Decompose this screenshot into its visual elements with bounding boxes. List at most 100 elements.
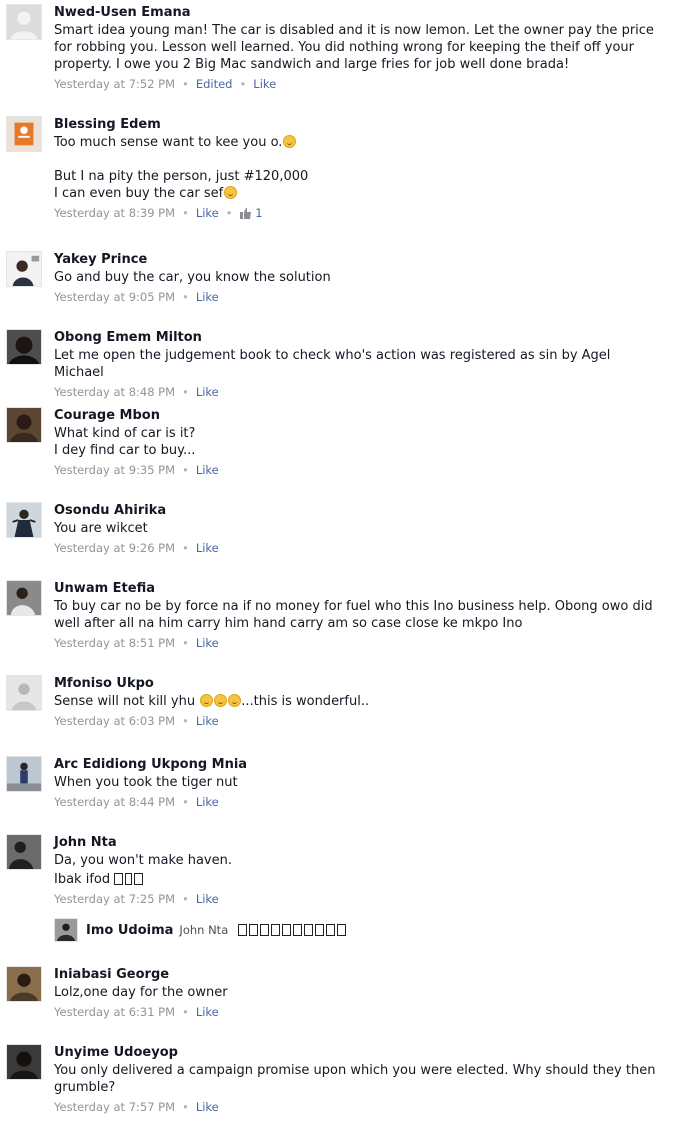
comment-meta: Yesterday at 7:57 PM • Like xyxy=(54,1100,219,1114)
profile-photo xyxy=(7,503,41,537)
laughing-emoji-icon xyxy=(200,694,214,707)
comment-author[interactable]: Nwed-Usen Emana xyxy=(54,4,664,22)
avatar[interactable] xyxy=(6,116,42,152)
comment-meta: Yesterday at 8:51 PM • Like xyxy=(54,636,219,650)
laughing-emoji-icon xyxy=(228,694,242,707)
comment-meta: Yesterday at 6:31 PM • Like xyxy=(54,1005,219,1019)
comment-time[interactable]: Yesterday at 7:57 PM xyxy=(54,1100,175,1114)
avatar[interactable] xyxy=(6,4,42,40)
comment-text: You only delivered a campaign promise up… xyxy=(54,1063,656,1095)
silhouette-icon xyxy=(7,5,41,39)
comment-author[interactable]: Mfoniso Ukpo xyxy=(54,675,664,693)
profile-photo xyxy=(7,676,41,710)
avatar[interactable] xyxy=(6,834,42,870)
profile-photo xyxy=(7,581,41,615)
like-button[interactable]: Like xyxy=(196,714,219,728)
comment-time[interactable]: Yesterday at 9:26 PM xyxy=(54,541,175,555)
avatar[interactable] xyxy=(6,502,42,538)
comment-text: I can even buy the car sef xyxy=(54,185,664,202)
avatar[interactable] xyxy=(6,1044,42,1080)
like-button[interactable]: Like xyxy=(196,290,219,304)
laughing-emoji-icon xyxy=(224,186,238,199)
comment-time[interactable]: Yesterday at 6:03 PM xyxy=(54,714,175,728)
profile-photo xyxy=(7,1045,41,1079)
comment-time[interactable]: Yesterday at 8:44 PM xyxy=(54,795,175,809)
comment-author[interactable]: Osondu Ahirika xyxy=(54,502,664,520)
avatar[interactable] xyxy=(6,966,42,1002)
comment-meta: Yesterday at 9:26 PM • Like xyxy=(54,541,219,555)
comment-text: Smart idea young man! The car is disable… xyxy=(54,23,654,72)
comment-text: When you took the tiger nut xyxy=(54,775,238,790)
reply-mention[interactable]: John Nta xyxy=(179,923,228,937)
comment-meta: Yesterday at 8:44 PM • Like xyxy=(54,795,219,809)
comment-author[interactable]: Unyime Udoeyop xyxy=(54,1044,664,1062)
comment-text: Sense will not kill yhu ...this is wonde… xyxy=(54,694,370,709)
comment-time[interactable]: Yesterday at 8:51 PM xyxy=(54,636,175,650)
comment-text: Let me open the judgement book to check … xyxy=(54,348,611,380)
edited-link[interactable]: Edited xyxy=(196,77,233,91)
comment-meta: Yesterday at 8:39 PM • Like • 1 xyxy=(54,206,263,220)
comment-text: To buy car no be by force na if no money… xyxy=(54,599,653,631)
reply-text: Imo Udoima John Nta xyxy=(86,922,348,939)
like-button[interactable]: Like xyxy=(253,77,276,91)
comment-text: Ibak ifod xyxy=(54,871,664,888)
comment-text: Too much sense want to kee you o. xyxy=(54,134,664,151)
avatar[interactable] xyxy=(6,329,42,365)
like-button[interactable]: Like xyxy=(196,385,219,399)
comment-text: What kind of car is it? I dey find car t… xyxy=(54,426,196,458)
comment-author[interactable]: Arc Edidiong Ukpong Mnia xyxy=(54,756,664,774)
comment-author[interactable]: John Nta xyxy=(54,834,664,852)
comment-time[interactable]: Yesterday at 7:25 PM xyxy=(54,892,175,906)
comment-time[interactable]: Yesterday at 9:05 PM xyxy=(54,290,175,304)
like-button[interactable]: Like xyxy=(196,206,219,220)
comment-author[interactable]: Courage Mbon xyxy=(54,407,664,425)
comment-author[interactable]: Iniabasi George xyxy=(54,966,664,984)
like-button[interactable]: Like xyxy=(196,636,219,650)
comment-text: Da, you won't make haven. xyxy=(54,853,232,868)
comment-time[interactable]: Yesterday at 7:52 PM xyxy=(54,77,175,91)
avatar[interactable] xyxy=(6,251,42,287)
comment-time[interactable]: Yesterday at 9:35 PM xyxy=(54,463,175,477)
avatar[interactable] xyxy=(6,407,42,443)
comment-meta: Yesterday at 8:48 PM • Like xyxy=(54,385,219,399)
reply-author[interactable]: Imo Udoima xyxy=(86,923,173,938)
laughing-emoji-icon xyxy=(283,135,297,148)
comment-author[interactable]: Unwam Etefia xyxy=(54,580,664,598)
like-button[interactable]: Like xyxy=(196,463,219,477)
profile-photo xyxy=(7,967,41,1001)
avatar[interactable] xyxy=(6,580,42,616)
comment-author[interactable]: Blessing Edem xyxy=(54,116,664,134)
comment-author[interactable]: Obong Emem Milton xyxy=(54,329,664,347)
comment-meta: Yesterday at 9:35 PM • Like xyxy=(54,463,219,477)
profile-photo xyxy=(55,919,77,941)
reply-item: Imo Udoima John Nta xyxy=(54,918,654,944)
comment-text: Lolz,one day for the owner xyxy=(54,985,228,1000)
avatar[interactable] xyxy=(6,756,42,792)
like-button[interactable]: Like xyxy=(196,1005,219,1019)
comment-time[interactable]: Yesterday at 6:31 PM xyxy=(54,1005,175,1019)
profile-photo xyxy=(7,252,41,286)
comment-author[interactable]: Yakey Prince xyxy=(54,251,664,269)
like-button[interactable]: Like xyxy=(196,541,219,555)
comment-feed: Nwed-Usen Emana Smart idea young man! Th… xyxy=(0,0,681,1130)
comment-meta: Yesterday at 7:52 PM • Edited • Like xyxy=(54,77,277,91)
like-button[interactable]: Like xyxy=(196,795,219,809)
profile-photo xyxy=(7,757,41,791)
comment-text: Go and buy the car, you know the solutio… xyxy=(54,270,331,285)
avatar[interactable] xyxy=(54,918,78,942)
comment-meta: Yesterday at 6:03 PM • Like xyxy=(54,714,219,728)
profile-photo xyxy=(7,408,41,442)
avatar[interactable] xyxy=(6,675,42,711)
comment-text: You are wikcet xyxy=(54,521,148,536)
laughing-emoji-icon xyxy=(214,694,228,707)
comment-time[interactable]: Yesterday at 8:48 PM xyxy=(54,385,175,399)
profile-photo xyxy=(7,330,41,364)
thumbs-up-icon xyxy=(239,208,251,219)
like-count[interactable]: 1 xyxy=(239,206,263,220)
like-button[interactable]: Like xyxy=(196,892,219,906)
profile-photo xyxy=(7,117,41,151)
comment-time[interactable]: Yesterday at 8:39 PM xyxy=(54,206,175,220)
profile-photo xyxy=(7,835,41,869)
comment-text: But I na pity the person, just #120,000 xyxy=(54,169,309,184)
like-button[interactable]: Like xyxy=(196,1100,219,1114)
